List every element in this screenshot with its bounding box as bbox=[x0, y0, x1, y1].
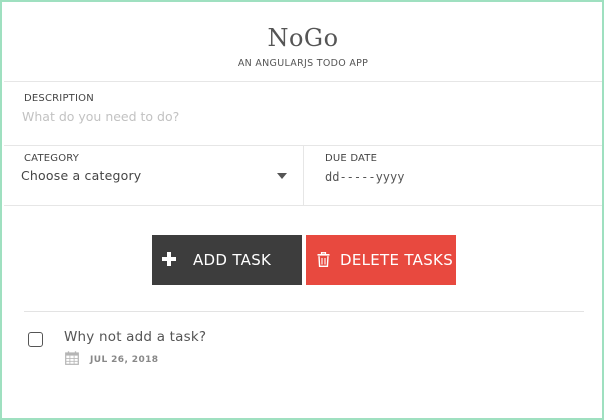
delete-tasks-label: DELETE TASKS bbox=[340, 251, 454, 269]
task-title: Why not add a task? bbox=[64, 329, 207, 345]
due-date-label: DUE DATE bbox=[325, 153, 378, 164]
description-label: DESCRIPTION bbox=[24, 93, 94, 104]
category-select[interactable]: Choose a category bbox=[21, 167, 291, 187]
plus-icon bbox=[162, 252, 176, 266]
due-date-cell: DUE DATE bbox=[305, 146, 602, 205]
app-subtitle: AN ANGULARJS TODO APP bbox=[237, 58, 369, 69]
app-header: NoGo AN ANGULARJS TODO APP bbox=[4, 4, 602, 82]
description-input[interactable] bbox=[22, 106, 582, 126]
description-row: DESCRIPTION bbox=[4, 82, 602, 146]
calendar-icon bbox=[65, 351, 79, 365]
task-date: JUL 26, 2018 bbox=[90, 355, 159, 365]
trash-icon bbox=[317, 252, 330, 267]
meta-row: CATEGORY Choose a category DUE DATE bbox=[4, 146, 602, 206]
chevron-down-icon bbox=[277, 173, 287, 179]
category-label: CATEGORY bbox=[24, 153, 80, 164]
add-task-label: ADD TASK bbox=[193, 251, 272, 269]
add-task-button[interactable]: ADD TASK bbox=[152, 235, 302, 285]
delete-tasks-button[interactable]: DELETE TASKS bbox=[306, 235, 456, 285]
app-title: NoGo bbox=[267, 24, 339, 52]
task-checkbox[interactable] bbox=[28, 332, 43, 347]
category-cell: CATEGORY Choose a category bbox=[4, 146, 304, 205]
due-date-input[interactable] bbox=[325, 167, 525, 187]
task-item: Why not add a task? JUL 26, 2018 bbox=[24, 324, 584, 374]
app-frame: NoGo AN ANGULARJS TODO APP DESCRIPTION C… bbox=[0, 0, 604, 420]
category-selected-value: Choose a category bbox=[21, 168, 142, 183]
divider bbox=[24, 311, 584, 312]
